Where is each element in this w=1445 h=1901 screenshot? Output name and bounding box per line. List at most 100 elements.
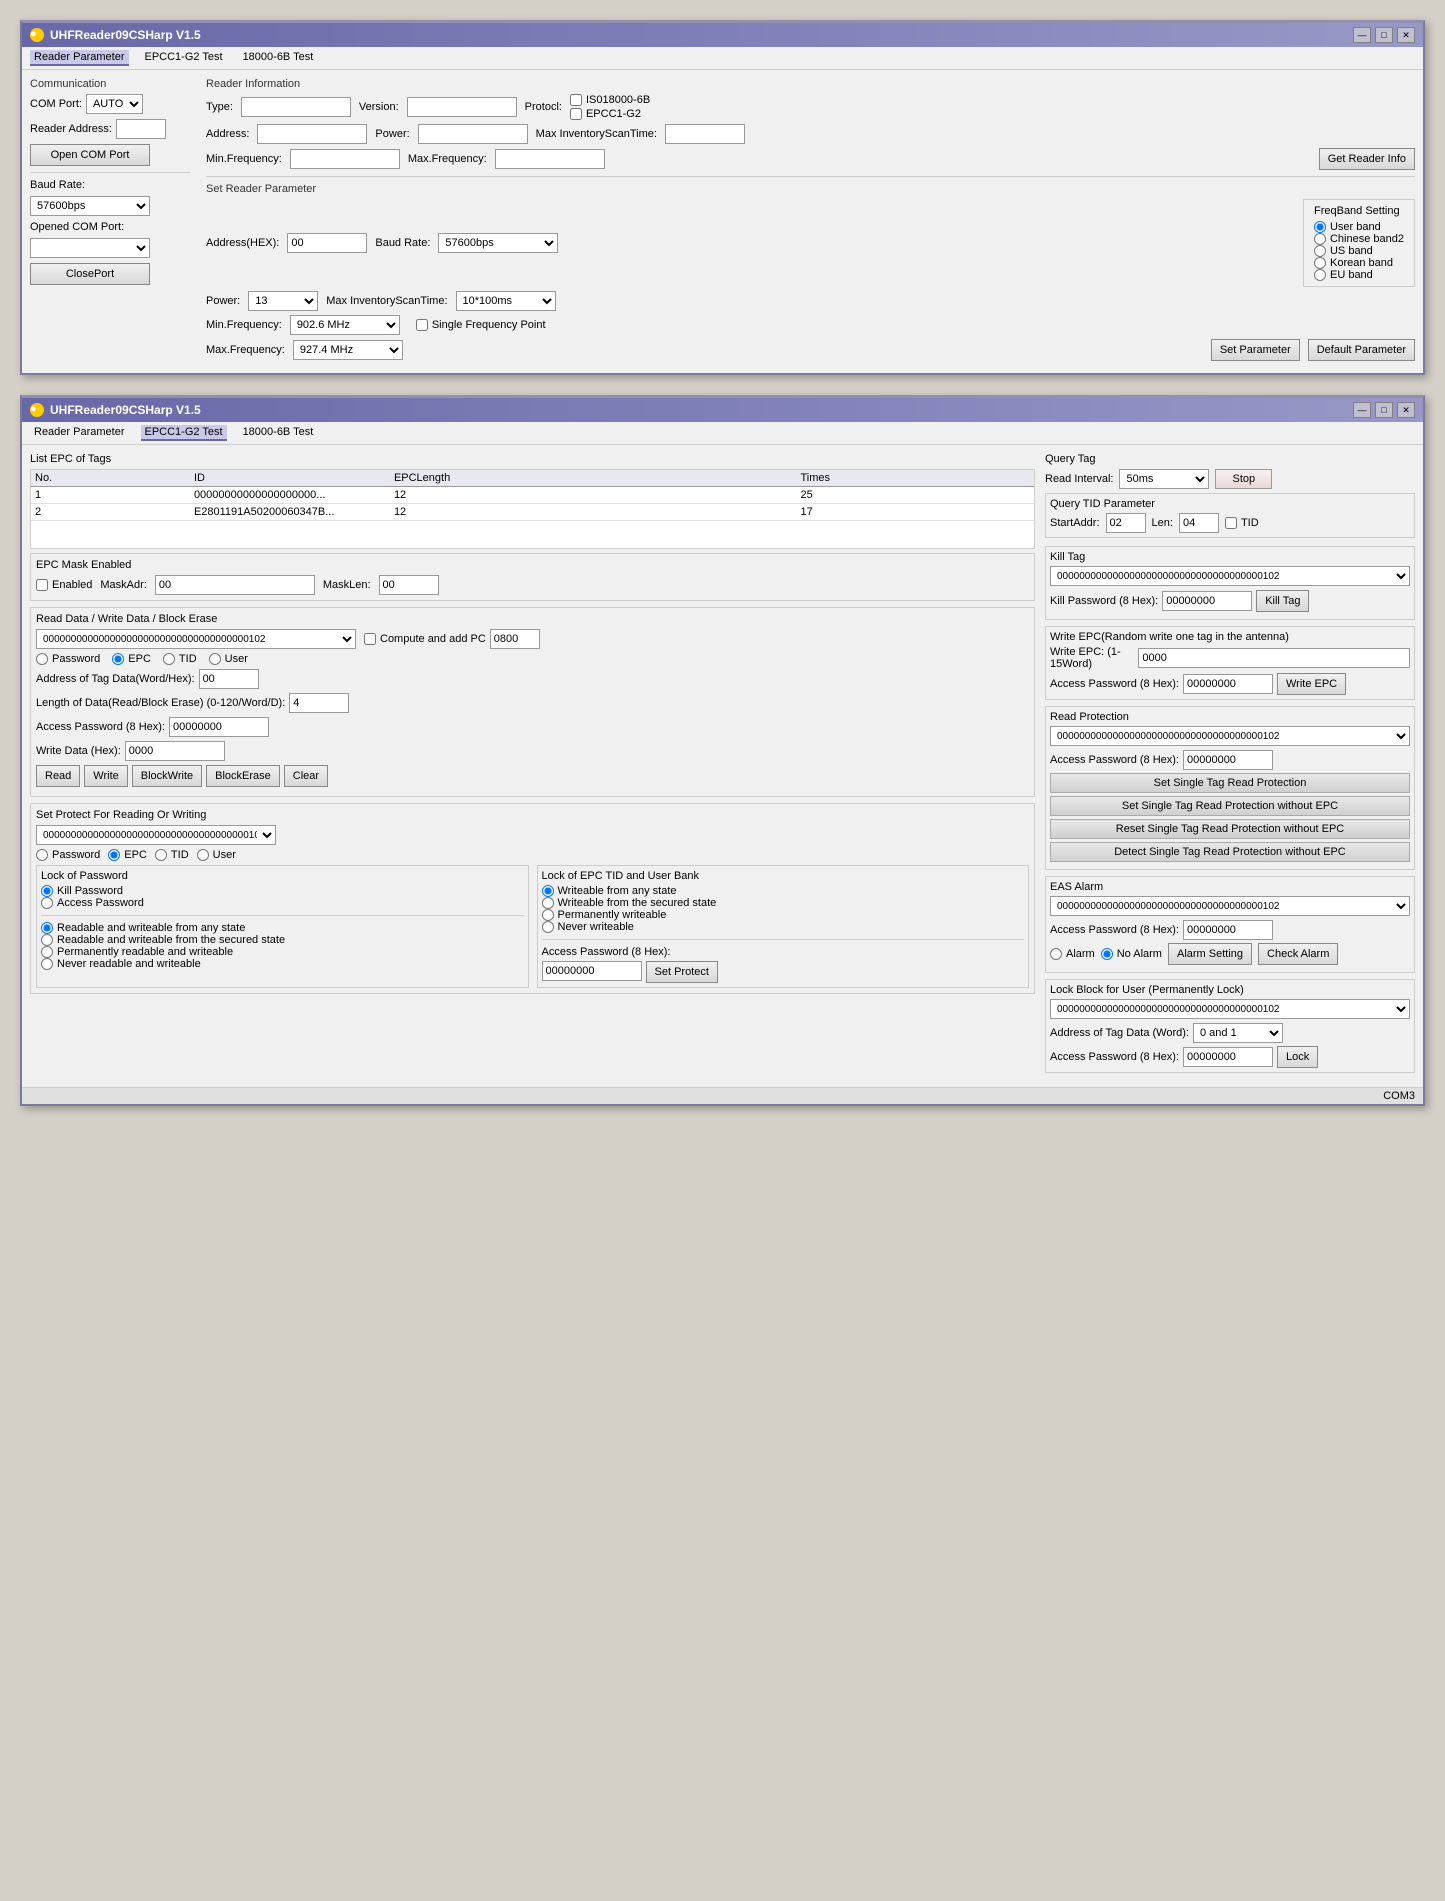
- block-erase-btn[interactable]: BlockErase: [206, 765, 280, 787]
- tab-reader-param-2[interactable]: Reader Parameter: [30, 425, 129, 441]
- kill-tag-dropdown[interactable]: 0000000000000000000000000000000000000102: [1050, 566, 1410, 586]
- lock-block-addr-select[interactable]: 0 and 1: [1193, 1023, 1283, 1043]
- rw-perm-radio[interactable]: [41, 946, 53, 958]
- reader-addr-input[interactable]: FF: [116, 119, 166, 139]
- enabled-checkbox[interactable]: [36, 579, 48, 591]
- close-port-btn[interactable]: ClosePort: [30, 263, 150, 285]
- sr-max-inv-select[interactable]: 10*100ms: [456, 291, 556, 311]
- detect-single-read-btn[interactable]: Detect Single Tag Read Protection withou…: [1050, 842, 1410, 862]
- max-inv-input-ri[interactable]: [665, 124, 745, 144]
- iso-checkbox[interactable]: [570, 94, 582, 106]
- maximize-btn-2[interactable]: □: [1375, 402, 1393, 418]
- block-write-btn[interactable]: BlockWrite: [132, 765, 202, 787]
- kill-tag-btn[interactable]: Kill Tag: [1256, 590, 1309, 612]
- type-input[interactable]: [241, 97, 351, 117]
- lock-block-btn[interactable]: Lock: [1277, 1046, 1318, 1068]
- mask-adr-input[interactable]: [155, 575, 315, 595]
- set-protect-btn[interactable]: Set Protect: [646, 961, 718, 983]
- clear-btn[interactable]: Clear: [284, 765, 328, 787]
- open-com-btn[interactable]: Open COM Port: [30, 144, 150, 166]
- sr-min-freq-select[interactable]: 902.6 MHz: [290, 315, 400, 335]
- minimize-btn-1[interactable]: —: [1353, 27, 1371, 43]
- read-interval-select[interactable]: 50ms: [1119, 469, 1209, 489]
- tab-epcc-1[interactable]: EPCC1-G2 Test: [141, 50, 227, 66]
- version-input[interactable]: [407, 97, 517, 117]
- close-btn-1[interactable]: ✕: [1397, 27, 1415, 43]
- alarm-setting-btn[interactable]: Alarm Setting: [1168, 943, 1252, 965]
- epc-any-radio[interactable]: [542, 885, 554, 897]
- epc-never-radio[interactable]: [542, 921, 554, 933]
- rw-write-data-input[interactable]: [125, 741, 225, 761]
- compute-checkbox[interactable]: [364, 633, 376, 645]
- write-epc-btn[interactable]: Write EPC: [1277, 673, 1346, 695]
- opened-com-select[interactable]: [30, 238, 150, 258]
- rw-never-radio[interactable]: [41, 958, 53, 970]
- write-epc-input[interactable]: [1138, 648, 1410, 668]
- lock-block-dropdown[interactable]: 0000000000000000000000000000000000000102: [1050, 999, 1410, 1019]
- set-param-btn[interactable]: Set Parameter: [1211, 339, 1300, 361]
- freqband-korean-radio[interactable]: [1314, 257, 1326, 269]
- sp-dropdown[interactable]: 0000000000000000000000000000000000000102: [36, 825, 276, 845]
- access-pw-radio[interactable]: [41, 897, 53, 909]
- address-input[interactable]: [257, 124, 367, 144]
- com-port-select[interactable]: AUTO: [86, 94, 143, 114]
- rw-radio-epc-input[interactable]: [112, 653, 124, 665]
- start-addr-input[interactable]: [1106, 513, 1146, 533]
- rw-any-radio[interactable]: [41, 922, 53, 934]
- compute-value-input[interactable]: [490, 629, 540, 649]
- read-btn[interactable]: Read: [36, 765, 80, 787]
- eas-no-alarm-radio[interactable]: [1101, 948, 1113, 960]
- power-input-ri[interactable]: [418, 124, 528, 144]
- default-param-btn[interactable]: Default Parameter: [1308, 339, 1415, 361]
- set-single-read-btn[interactable]: Set Single Tag Read Protection: [1050, 773, 1410, 793]
- tab-18000-1[interactable]: 18000-6B Test: [239, 50, 318, 66]
- sp-radio-user-input[interactable]: [197, 849, 209, 861]
- write-epc-access-input[interactable]: [1183, 674, 1273, 694]
- baud-rate-select[interactable]: 57600bps: [30, 196, 150, 216]
- get-reader-btn[interactable]: Get Reader Info: [1319, 148, 1415, 170]
- freqband-user-radio[interactable]: [1314, 221, 1326, 233]
- sr-addr-input[interactable]: [287, 233, 367, 253]
- sp-radio-password-input[interactable]: [36, 849, 48, 861]
- sp-radio-epc-input[interactable]: [108, 849, 120, 861]
- lock-block-access-input[interactable]: [1183, 1047, 1273, 1067]
- len-input[interactable]: [1179, 513, 1219, 533]
- minimize-btn-2[interactable]: —: [1353, 402, 1371, 418]
- set-single-read-no-epc-btn[interactable]: Set Single Tag Read Protection without E…: [1050, 796, 1410, 816]
- rw-radio-user-input[interactable]: [209, 653, 221, 665]
- eas-access-input[interactable]: [1183, 920, 1273, 940]
- rw-radio-tid-input[interactable]: [163, 653, 175, 665]
- stop-btn[interactable]: Stop: [1215, 469, 1272, 489]
- rw-dropdown[interactable]: 0000000000000000000000000000000000000102: [36, 629, 356, 649]
- freqband-us-radio[interactable]: [1314, 245, 1326, 257]
- check-alarm-btn[interactable]: Check Alarm: [1258, 943, 1338, 965]
- epc-secured-radio[interactable]: [542, 897, 554, 909]
- close-btn-2[interactable]: ✕: [1397, 402, 1415, 418]
- rw-radio-password-input[interactable]: [36, 653, 48, 665]
- tab-epcc-2[interactable]: EPCC1-G2 Test: [141, 425, 227, 441]
- tid-checkbox[interactable]: [1225, 517, 1237, 529]
- sr-power-select[interactable]: 13: [248, 291, 318, 311]
- epcc-checkbox[interactable]: [570, 108, 582, 120]
- sp-radio-tid-input[interactable]: [155, 849, 167, 861]
- freqband-eu-radio[interactable]: [1314, 269, 1326, 281]
- sp-access-pw-input[interactable]: [542, 961, 642, 981]
- mask-len-input[interactable]: [379, 575, 439, 595]
- rw-length-input[interactable]: [289, 693, 349, 713]
- sr-baud-select[interactable]: 57600bps: [438, 233, 558, 253]
- max-freq-input-ri[interactable]: [495, 149, 605, 169]
- rw-addr-input[interactable]: [199, 669, 259, 689]
- single-freq-checkbox[interactable]: [416, 319, 428, 331]
- freqband-chinese-radio[interactable]: [1314, 233, 1326, 245]
- sr-max-freq-select[interactable]: 927.4 MHz: [293, 340, 403, 360]
- epc-perm-radio[interactable]: [542, 909, 554, 921]
- read-prot-dropdown[interactable]: 0000000000000000000000000000000000000102: [1050, 726, 1410, 746]
- eas-dropdown[interactable]: 0000000000000000000000000000000000000102: [1050, 896, 1410, 916]
- kill-pw-radio[interactable]: [41, 885, 53, 897]
- kill-pw-input[interactable]: [1162, 591, 1252, 611]
- read-prot-access-input[interactable]: [1183, 750, 1273, 770]
- maximize-btn-1[interactable]: □: [1375, 27, 1393, 43]
- write-btn[interactable]: Write: [84, 765, 127, 787]
- rw-secured-radio[interactable]: [41, 934, 53, 946]
- tab-reader-param-1[interactable]: Reader Parameter: [30, 50, 129, 66]
